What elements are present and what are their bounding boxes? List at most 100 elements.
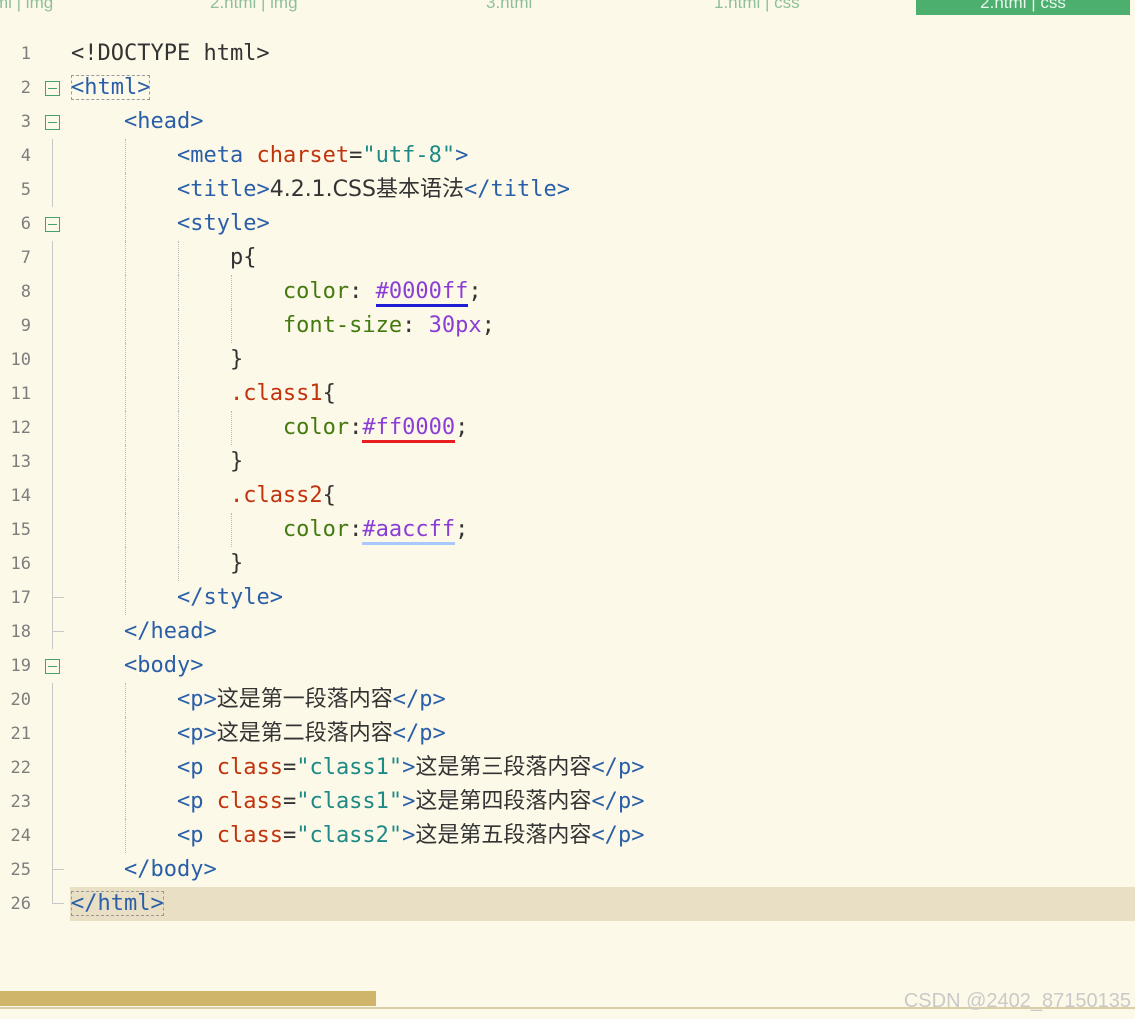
tab-2-html-img[interactable]: 2.html | img (210, 0, 298, 14)
line-number: 24 (10, 826, 31, 846)
title-open-tag: title (190, 177, 257, 202)
code-line: 7 p{ (0, 241, 1135, 275)
line-number: 16 (10, 554, 31, 574)
line-number: 3 (20, 112, 31, 132)
line-number: 26 (10, 894, 31, 914)
line-number: 9 (20, 316, 31, 336)
code-line: 11 .class1{ (0, 377, 1135, 411)
css-property: color (282, 279, 350, 304)
line-number: 11 (10, 384, 31, 404)
code-line: 21 <p>这是第二段落内容</p> (0, 717, 1135, 751)
tab-3-html[interactable]: 3.html (486, 0, 532, 14)
css-selector: .class1 (229, 381, 323, 406)
code-line: 8 color: #0000ff; (0, 275, 1135, 309)
style-open-tag: style (190, 211, 257, 236)
line-number: 22 (10, 758, 31, 778)
code-line: 23 <p class="class1">这是第四段落内容</p> (0, 785, 1135, 819)
paragraph-text: 这是第一段落内容 (216, 687, 393, 712)
code-line: 3 <head> (0, 105, 1135, 139)
attr-value: "utf-8" (362, 143, 456, 168)
code-line: 13 } (0, 445, 1135, 479)
tab-ml-img[interactable]: ml | img (0, 0, 53, 14)
code-line: 10 } (0, 343, 1135, 377)
line-number: 15 (10, 520, 31, 540)
code-line-current: 26 </html> (0, 887, 1135, 921)
code-line: 19 <body> (0, 649, 1135, 683)
css-property: color (282, 517, 350, 542)
code-line: 18 </head> (0, 615, 1135, 649)
css-property: font-size (282, 313, 403, 338)
css-color-value: #aaccff (362, 517, 456, 545)
code-line: 24 <p class="class2">这是第五段落内容</p> (0, 819, 1135, 853)
attr-value: "class1" (296, 755, 403, 780)
line-number: 2 (20, 78, 31, 98)
line-number: 8 (20, 282, 31, 302)
paragraph-text: 这是第二段落内容 (216, 721, 393, 746)
line-number: 7 (20, 248, 31, 268)
line-number: 10 (10, 350, 31, 370)
line-number: 6 (20, 214, 31, 234)
meta-tag: meta (190, 143, 244, 168)
code-line: 6 <style> (0, 207, 1135, 241)
css-color-value: #ff0000 (362, 415, 456, 443)
current-line-highlight (70, 887, 1135, 921)
line-number: 21 (10, 724, 31, 744)
fold-toggle-icon[interactable] (45, 115, 60, 130)
paragraph-text: 这是第四段落内容 (415, 789, 592, 814)
code-line: 15 color:#aaccff; (0, 513, 1135, 547)
line-number: 18 (10, 622, 31, 642)
line-number: 19 (10, 656, 31, 676)
css-selector: .class2 (229, 483, 323, 508)
line-number: 1 (20, 44, 31, 64)
line-number: 5 (20, 180, 31, 200)
paragraph-text: 这是第五段落内容 (415, 823, 592, 848)
attr-value: "class2" (296, 823, 403, 848)
body-open-tag: body (137, 653, 191, 678)
code-line: 16 } (0, 547, 1135, 581)
css-property: color (282, 415, 350, 440)
tab-2-html-css[interactable]: 2.html | css (916, 0, 1130, 15)
code-line: 9 font-size: 30px; (0, 309, 1135, 343)
watermark: CSDN @2402_87150135 (903, 990, 1131, 1012)
doctype-token: <!DOCTYPE html> (71, 41, 270, 66)
attr-value: "class1" (296, 789, 403, 814)
line-number: 4 (20, 146, 31, 166)
line-number: 13 (10, 452, 31, 472)
line-number: 23 (10, 792, 31, 812)
fold-toggle-icon[interactable] (45, 659, 60, 674)
fold-toggle-icon[interactable] (45, 81, 60, 96)
code-line: 22 <p class="class1">这是第三段落内容</p> (0, 751, 1135, 785)
code-line: 5 <title>4.2.1.CSS基本语法</title> (0, 173, 1135, 207)
title-close-tag: title (490, 177, 557, 202)
css-color-value: #0000ff (375, 279, 469, 307)
line-number: 14 (10, 486, 31, 506)
code-editor[interactable]: 1 <!DOCTYPE html> 2 <html> 3 <head> 4 <m… (0, 37, 1135, 921)
body-close-tag: body (150, 857, 204, 882)
css-size-value: 30px (428, 313, 482, 338)
head-close-tag: head (150, 619, 204, 644)
code-line: 12 color:#ff0000; (0, 411, 1135, 445)
horizontal-scrollbar-thumb[interactable] (0, 991, 376, 1006)
html-close-tag: html (97, 891, 151, 916)
attr-name: charset (256, 143, 350, 168)
fold-toggle-icon[interactable] (45, 217, 60, 232)
head-open-tag: head (137, 109, 191, 134)
code-line: 17 </style> (0, 581, 1135, 615)
line-number: 17 (10, 588, 31, 608)
title-text: 4.2.1.CSS基本语法 (269, 177, 464, 202)
css-selector: p (229, 245, 244, 270)
code-line: 4 <meta charset="utf-8"> (0, 139, 1135, 173)
code-line: 1 <!DOCTYPE html> (0, 37, 1135, 71)
code-line: 20 <p>这是第一段落内容</p> (0, 683, 1135, 717)
line-number: 20 (10, 690, 31, 710)
editor-tab-bar: ml | img 2.html | img 3.html 1.html | cs… (0, 0, 1135, 15)
html-open-tag: html (84, 75, 138, 100)
code-line: 25 </body> (0, 853, 1135, 887)
style-close-tag: style (203, 585, 270, 610)
paragraph-text: 这是第三段落内容 (415, 755, 592, 780)
code-line: 14 .class2{ (0, 479, 1135, 513)
tab-1-html-css[interactable]: 1.html | css (714, 0, 800, 14)
code-line: 2 <html> (0, 71, 1135, 105)
line-number: 25 (10, 860, 31, 880)
line-number: 12 (10, 418, 31, 438)
